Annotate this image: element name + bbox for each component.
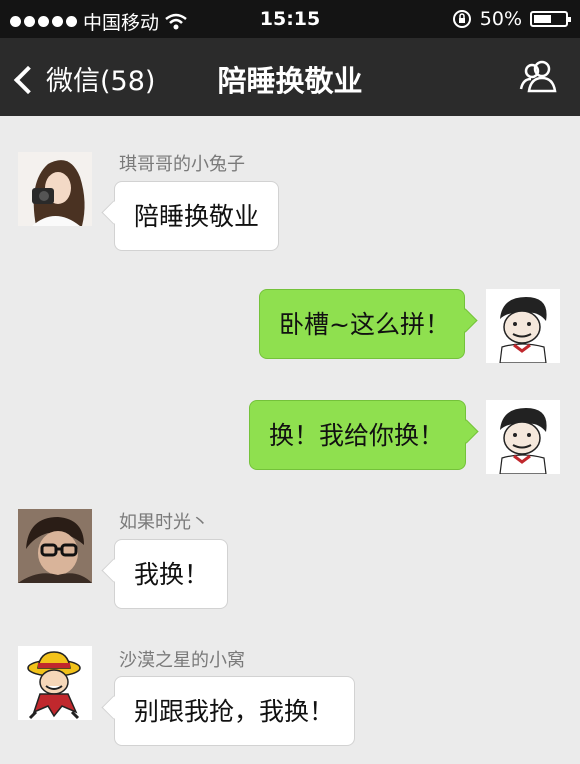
avatar-meme-face-icon [486, 289, 560, 363]
avatar[interactable] [18, 152, 92, 226]
message-text: 我换！ [134, 560, 210, 589]
message-text: 别跟我抢，我换！ [134, 697, 335, 726]
battery-icon [530, 11, 571, 27]
sender-name: 琪哥哥的小兔子 [119, 154, 245, 175]
message-bubble[interactable]: 别跟我抢，我换！ [114, 676, 355, 746]
avatar[interactable] [18, 646, 92, 720]
status-bar: 中国移动 15:15 50% [0, 0, 580, 38]
message-bubble[interactable]: 陪睡换敬业 [114, 181, 279, 251]
message-bubble[interactable]: 卧槽~这么拼！ [259, 289, 465, 359]
avatar[interactable] [18, 509, 92, 583]
avatar[interactable] [486, 289, 560, 363]
avatar-meme-face-icon [486, 400, 560, 474]
message-text: 陪睡换敬业 [134, 202, 260, 231]
message-bubble[interactable]: 换！我给你换！ [249, 400, 466, 470]
sender-name: 沙漠之星的小窝 [119, 650, 245, 671]
rotation-lock-icon [452, 10, 471, 28]
nav-bar: 微信(58) 陪睡换敬业 [0, 38, 580, 116]
message-text: 卧槽~这么拼！ [279, 310, 450, 339]
contacts-icon[interactable] [518, 58, 558, 94]
avatar-cartoon-strawhat-icon [18, 646, 92, 720]
avatar-photo-icon [18, 509, 92, 583]
message-bubble[interactable]: 我换！ [114, 539, 228, 609]
avatar-photo-icon [18, 152, 92, 226]
sender-name: 如果时光丶 [119, 512, 209, 533]
status-right: 50% [452, 8, 571, 30]
message-text: 换！我给你换！ [269, 421, 445, 450]
chat-title: 陪睡换敬业 [217, 64, 363, 98]
avatar[interactable] [486, 400, 560, 474]
battery-percent: 50% [479, 8, 522, 30]
